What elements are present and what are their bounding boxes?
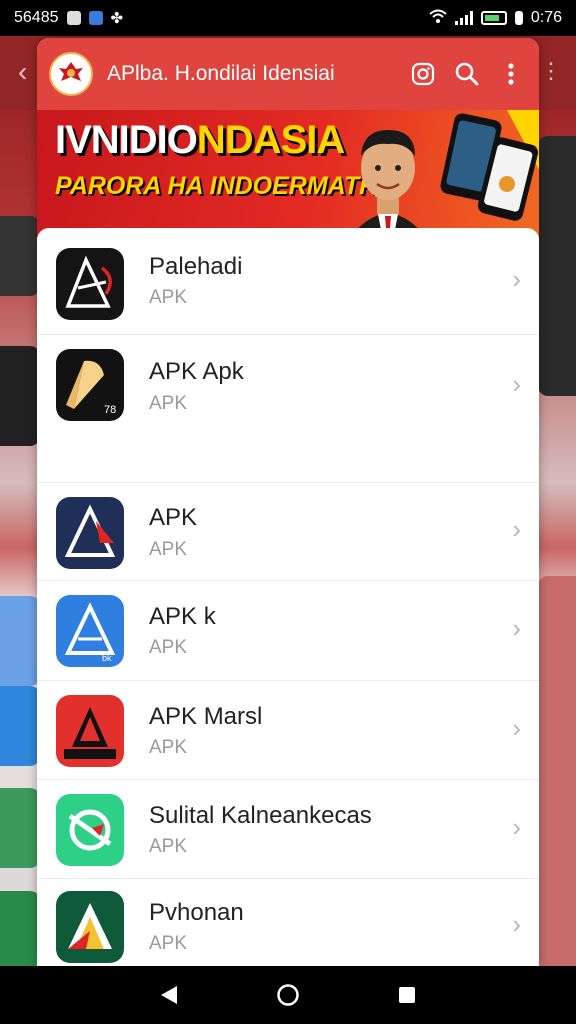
search-icon[interactable] — [451, 58, 483, 90]
list-item[interactable]: Pvhonan APK › — [37, 879, 539, 966]
apps-sheet: APlba. H.ondilai Idensiai IVNIDIONDASIA … — [37, 38, 539, 966]
home-icon[interactable] — [271, 978, 305, 1012]
status-bar: 56485 ✤ 0:76 — [0, 0, 576, 36]
list-item[interactable]: bk APK k APK › — [37, 581, 539, 681]
banner-headline-part1: IVNIDIO — [55, 118, 198, 162]
chevron-right-icon: › — [512, 812, 521, 842]
background-back-icon: ‹ — [18, 56, 28, 87]
instagram-icon[interactable] — [407, 58, 439, 90]
background-card — [538, 576, 576, 996]
banner-headline: IVNIDIONDASIA — [55, 118, 345, 163]
more-vert-icon[interactable] — [495, 58, 527, 90]
back-icon[interactable] — [152, 978, 186, 1012]
background-card — [0, 346, 40, 446]
banner-headline-part2: NDASIA — [196, 118, 345, 162]
background-card — [0, 788, 40, 868]
garuda-emblem-icon — [49, 52, 93, 96]
chevron-right-icon: › — [512, 514, 521, 544]
apk-marsl-app-icon — [56, 695, 124, 767]
background-card — [0, 891, 40, 971]
status-time-left: 56485 — [14, 9, 59, 26]
apk-app-icon — [56, 497, 124, 569]
app-list: Palehadi APK › 78 APK Apk APK › APK APK … — [37, 228, 539, 966]
list-item[interactable]: Sulital Kalneankecas APK › — [37, 780, 539, 879]
chevron-right-icon: › — [512, 264, 521, 294]
background-more-icon: ⋮ — [540, 58, 562, 83]
recents-icon[interactable] — [390, 978, 424, 1012]
signal-icon — [454, 11, 473, 25]
list-item[interactable]: Palehadi APK › — [37, 228, 539, 335]
pvhonan-app-icon — [56, 891, 124, 963]
apk-k-app-icon: bk — [56, 595, 124, 667]
battery-icon — [480, 11, 507, 25]
app-name: APK Apk — [149, 358, 244, 385]
status-battery-text: 0:76 — [530, 9, 562, 26]
list-item[interactable]: APK Marsl APK › — [37, 681, 539, 780]
svg-text:78: 78 — [104, 404, 116, 416]
app-name: Pvhonan — [149, 899, 244, 926]
background-card — [0, 216, 40, 296]
status-right: 0:76 — [429, 9, 562, 28]
wifi-icon — [429, 9, 447, 28]
settings-flower-icon: ✤ — [110, 10, 124, 27]
app-name: Palehadi — [149, 253, 243, 280]
navigation-bar — [0, 966, 576, 1024]
shield-icon — [88, 11, 103, 25]
palehadi-app-icon — [56, 248, 124, 320]
chevron-right-icon: › — [512, 909, 521, 939]
chevron-right-icon: › — [512, 713, 521, 743]
chevron-right-icon: › — [512, 613, 521, 643]
list-item[interactable]: 78 APK Apk APK › — [37, 335, 539, 483]
app-bar: APlba. H.ondilai Idensiai — [37, 38, 539, 110]
app-name: APK — [149, 504, 198, 531]
sulital-app-icon — [56, 794, 124, 866]
list-item[interactable]: APK APK › — [37, 483, 539, 581]
app-type: APK — [149, 287, 188, 308]
app-type: APK — [149, 836, 188, 857]
app-type: APK — [149, 737, 188, 758]
background-card — [0, 686, 40, 766]
notification-icon — [66, 11, 81, 25]
app-title: APlba. H.ondilai Idensiai — [107, 62, 335, 85]
status-left: 56485 ✤ — [14, 9, 123, 27]
app-type: APK — [149, 933, 188, 954]
app-type: APK — [149, 393, 188, 414]
app-type: APK — [149, 539, 188, 560]
svg-text:bk: bk — [102, 653, 112, 663]
app-name: Sulital Kalneankecas — [149, 802, 372, 829]
chevron-right-icon: › — [512, 369, 521, 399]
background-phone — [538, 136, 576, 396]
app-type: APK — [149, 637, 188, 658]
app-name: APK k — [149, 603, 216, 630]
apk-apk-app-icon: 78 — [56, 349, 124, 421]
app-name: APK Marsl — [149, 703, 263, 730]
bar-icon — [514, 11, 523, 25]
background-card — [0, 596, 40, 686]
